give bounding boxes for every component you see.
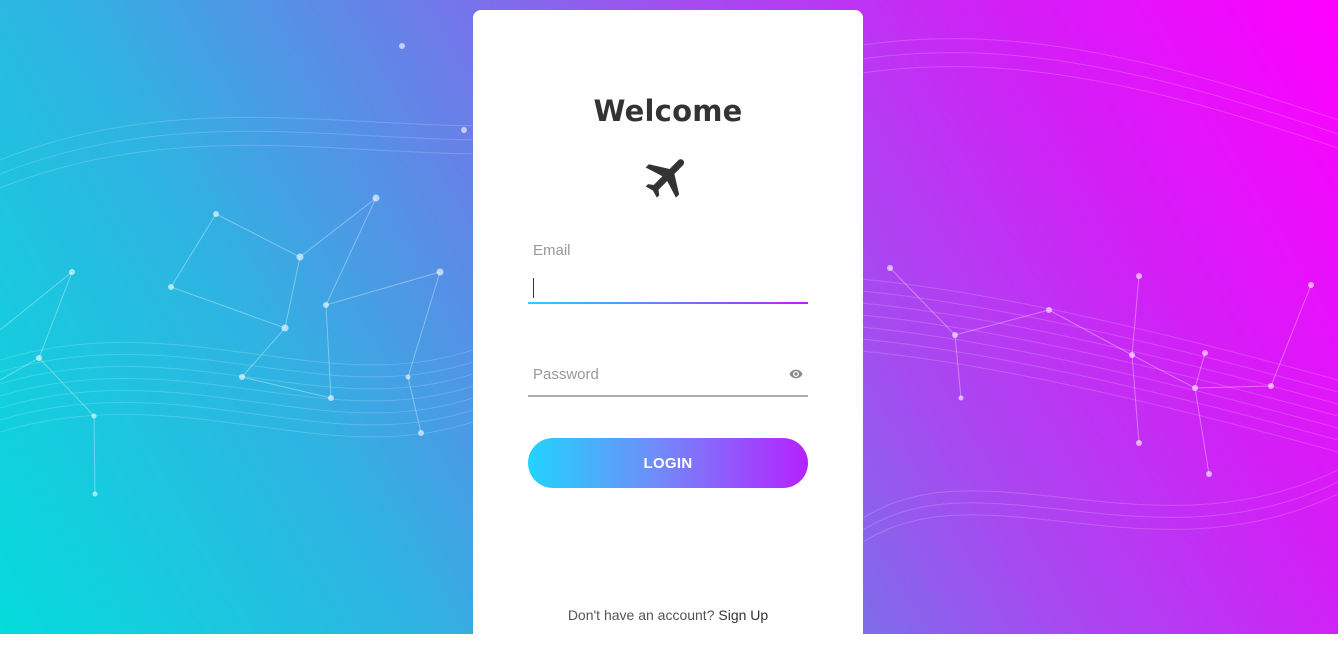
- text-cursor: [533, 278, 534, 298]
- airplane-icon: [645, 159, 685, 198]
- email-focus-underline: [528, 302, 808, 304]
- page-title: Welcome: [593, 94, 743, 128]
- password-input[interactable]: [528, 354, 778, 394]
- password-underline: [528, 395, 808, 397]
- email-label: Email: [533, 242, 571, 259]
- login-button[interactable]: LOGIN: [528, 438, 808, 488]
- password-field: [528, 354, 808, 398]
- signup-prompt-text: Don't have an account?: [567, 607, 715, 623]
- email-input[interactable]: [528, 262, 808, 300]
- email-field: Email: [528, 240, 808, 304]
- signup-link[interactable]: Sign Up: [718, 607, 768, 623]
- signup-prompt: Don't have an account? Sign Up: [473, 607, 863, 623]
- login-card: Welcome Email LOGIN Don't have an accoun…: [473, 10, 863, 650]
- eye-icon[interactable]: [788, 367, 804, 381]
